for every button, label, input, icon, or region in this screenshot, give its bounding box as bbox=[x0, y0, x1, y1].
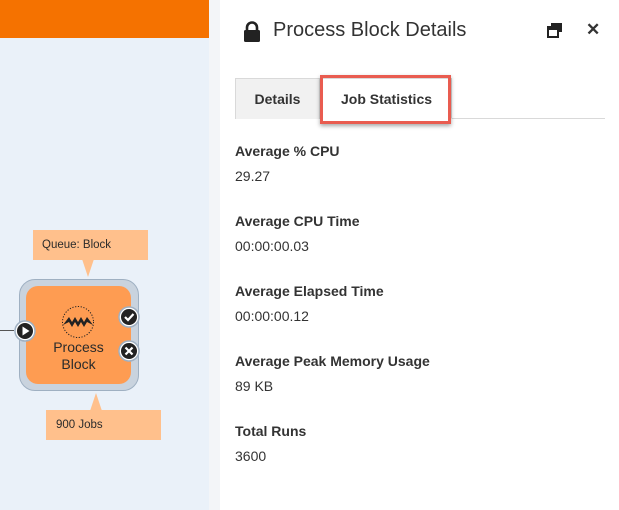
stat-label-average-peak-memory: Average Peak Memory Usage bbox=[235, 353, 430, 369]
stat-value-average-cpu-time: 00:00:00.03 bbox=[235, 238, 309, 254]
stat-value-average-peak-memory: 89 KB bbox=[235, 378, 274, 394]
stat-label-average-cpu: Average % CPU bbox=[235, 143, 340, 159]
x-port-icon[interactable] bbox=[118, 340, 140, 362]
checkmark-port-icon[interactable] bbox=[118, 306, 140, 328]
incoming-connection-line bbox=[0, 330, 14, 331]
queue-callout: Queue: Block bbox=[33, 230, 148, 260]
fme-logo-icon bbox=[62, 306, 94, 338]
jobs-callout-text: 900 Jobs bbox=[56, 419, 103, 431]
stat-label-total-runs: Total Runs bbox=[235, 423, 307, 439]
stat-value-total-runs: 3600 bbox=[235, 448, 267, 464]
tab-highlight-box bbox=[320, 75, 451, 124]
jobs-callout: 900 Jobs bbox=[46, 410, 161, 440]
node-title-line-2: Block bbox=[61, 356, 96, 372]
tab-details-label: Details bbox=[254, 91, 301, 107]
stat-value-average-cpu: 29.27 bbox=[235, 168, 271, 184]
node-title-line-1: Process bbox=[53, 339, 104, 355]
workspace-canvas[interactable]: Queue: Block Process Block 900 Jobs bbox=[0, 0, 220, 510]
stat-label-average-elapsed-time: Average Elapsed Time bbox=[235, 283, 384, 299]
details-panel: Process Block Details ✕ Details Job Stat… bbox=[220, 0, 619, 510]
popout-icon[interactable] bbox=[547, 22, 563, 38]
canvas-header-bar bbox=[0, 0, 209, 38]
tab-details[interactable]: Details bbox=[235, 78, 320, 119]
play-port-icon[interactable] bbox=[14, 320, 36, 342]
queue-callout-text: Queue: Block bbox=[42, 239, 112, 251]
jobs-callout-pointer bbox=[90, 393, 102, 411]
close-icon[interactable]: ✕ bbox=[586, 20, 600, 40]
queue-callout-pointer bbox=[82, 259, 94, 277]
stat-label-average-cpu-time: Average CPU Time bbox=[235, 213, 360, 229]
lock-icon bbox=[244, 21, 260, 42]
node-title: Process Block bbox=[26, 339, 131, 373]
panel-resize-handle[interactable] bbox=[209, 0, 220, 510]
panel-title: Process Block Details bbox=[273, 19, 467, 41]
stat-value-average-elapsed-time: 00:00:00.12 bbox=[235, 308, 309, 324]
